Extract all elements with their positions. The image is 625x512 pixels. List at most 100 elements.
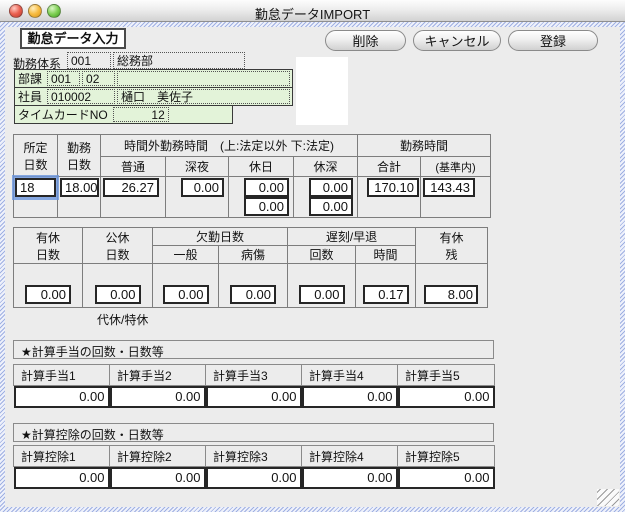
deduction-4-input[interactable]: 0.00 (302, 467, 398, 489)
timecard-row: タイムカードNO 12 (14, 105, 233, 124)
scheduled-days-input[interactable]: 18 (15, 178, 56, 197)
department-label: 部課 (18, 70, 42, 87)
late-early-time-input[interactable]: 0.17 (363, 285, 409, 304)
absence-general-input[interactable]: 0.00 (163, 285, 209, 304)
group-header-absence: 欠勤日数 (153, 228, 288, 246)
col-header-allowance-1: 計算手当1 (14, 365, 110, 386)
department-code-field[interactable]: 001 (47, 71, 80, 86)
col-header-deduction-3: 計算控除3 (206, 446, 302, 467)
col-header-deduction-4: 計算控除4 (302, 446, 398, 467)
absence-sickness-input[interactable]: 0.00 (230, 285, 276, 304)
timecard-label: タイムカードNO (18, 106, 108, 123)
col-header-midnight: 深夜 (166, 157, 229, 177)
deduction-2-input[interactable]: 0.00 (110, 467, 206, 489)
work-system-code-field[interactable]: 001 (67, 52, 111, 69)
overtime-holiday-bottom-input[interactable]: 0.00 (244, 197, 289, 216)
cell-overtime-midnight: 0.00 (166, 177, 229, 218)
department-name-field[interactable] (117, 71, 290, 86)
deduction-section-title: ★計算控除の回数・日数等 (13, 423, 494, 442)
staff-label: 社員 (18, 88, 42, 105)
allowance-2-input[interactable]: 0.00 (110, 386, 206, 408)
overtime-holiday-midnight-bottom-input[interactable]: 0.00 (309, 197, 353, 216)
deduction-3-input[interactable]: 0.00 (206, 467, 302, 489)
work-hours-total-input[interactable]: 170.10 (367, 178, 419, 197)
timecard-no-field[interactable]: 12 (113, 107, 169, 122)
work-hours-standard-input[interactable]: 143.43 (423, 178, 475, 197)
work-days-input[interactable]: 18.00 (60, 178, 99, 197)
allowance-4-input[interactable]: 0.00 (302, 386, 398, 408)
cell-overtime-normal: 26.27 (101, 177, 166, 218)
photo-placeholder (296, 57, 348, 125)
deduction-table: 計算控除1 計算控除2 計算控除3 計算控除4 計算控除5 0.00 0.00 … (13, 445, 495, 489)
allowance-1-input[interactable]: 0.00 (14, 386, 110, 408)
cell-work-days: 18.00 (58, 177, 101, 218)
allowance-5-input[interactable]: 0.00 (398, 386, 495, 408)
staff-row: 社員 010002 樋口 美佐子 (14, 87, 293, 106)
substitute-leave-note: 代休/特休 (97, 311, 148, 328)
deduction-1-input[interactable]: 0.00 (14, 467, 110, 489)
allowance-table: 計算手当1 計算手当2 計算手当3 計算手当4 計算手当5 0.00 0.00 … (13, 364, 495, 408)
col-header-standard: (基準内) (421, 157, 491, 177)
col-header-late-count: 回数 (288, 246, 356, 264)
allowance-section-title: ★計算手当の回数・日数等 (13, 340, 494, 359)
cell-paid-remaining: 8.00 (416, 264, 488, 308)
department-row: 部課 001 02 (14, 69, 293, 88)
overtime-midnight-input[interactable]: 0.00 (181, 178, 224, 197)
col-header-public-holiday: 公休 日数 (83, 228, 153, 264)
col-header-allowance-5: 計算手当5 (398, 365, 495, 386)
cell-late-count: 0.00 (288, 264, 356, 308)
import-window: 勤怠データIMPORT 勤怠データ入力 削除 キャンセル 登録 勤務体系 001… (0, 0, 625, 512)
window-title: 勤怠データIMPORT (0, 4, 625, 23)
col-header-absence-sickness: 病傷 (219, 246, 288, 264)
resize-grip[interactable] (597, 489, 619, 506)
col-header-total: 合計 (358, 157, 421, 177)
col-header-work-days: 勤務 日数 (58, 135, 101, 177)
cell-overtime-holiday-midnight: 0.00 0.00 (294, 177, 358, 218)
staff-code-field[interactable]: 010002 (47, 89, 115, 104)
cancel-button[interactable]: キャンセル (413, 30, 501, 51)
col-header-allowance-3: 計算手当3 (206, 365, 302, 386)
public-holiday-input[interactable]: 0.00 (95, 285, 141, 304)
col-header-allowance-4: 計算手当4 (302, 365, 398, 386)
group-header-late-early: 遅刻/早退 (288, 228, 416, 246)
cell-absence-sickness: 0.00 (219, 264, 288, 308)
late-early-count-input[interactable]: 0.00 (299, 285, 345, 304)
deduction-5-input[interactable]: 0.00 (398, 467, 495, 489)
cell-public-holiday: 0.00 (83, 264, 153, 308)
group-header-work-hours: 勤務時間 (358, 135, 491, 157)
col-header-holiday: 休日 (229, 157, 294, 177)
cell-work-hours-standard: 143.43 (421, 177, 491, 218)
allowance-3-input[interactable]: 0.00 (206, 386, 302, 408)
cell-work-hours-total: 170.10 (358, 177, 421, 218)
col-header-normal: 普通 (101, 157, 166, 177)
cell-paid-leave: 0.00 (14, 264, 83, 308)
cell-scheduled-days: 18 (14, 177, 58, 218)
overtime-normal-input[interactable]: 26.27 (103, 178, 159, 197)
work-system-name-field[interactable]: 総務部 (113, 52, 245, 69)
cell-overtime-holiday: 0.00 0.00 (229, 177, 294, 218)
staff-name-field[interactable]: 樋口 美佐子 (117, 89, 290, 104)
col-header-paid-leave: 有休 日数 (14, 228, 83, 264)
col-header-paid-remaining: 有休 残 (416, 228, 488, 264)
window-frame: 勤怠データ入力 削除 キャンセル 登録 勤務体系 001 総務部 部課 001 … (0, 22, 625, 512)
window-content: 勤怠データ入力 削除 キャンセル 登録 勤務体系 001 総務部 部課 001 … (5, 27, 620, 507)
col-header-holiday-midnight: 休深 (294, 157, 358, 177)
cell-late-time: 0.17 (356, 264, 416, 308)
col-header-deduction-2: 計算控除2 (110, 446, 206, 467)
titlebar[interactable]: 勤怠データIMPORT (0, 0, 625, 22)
col-header-scheduled-days: 所定 日数 (14, 135, 58, 177)
register-button[interactable]: 登録 (508, 30, 598, 51)
delete-button[interactable]: 削除 (325, 30, 406, 51)
col-header-deduction-5: 計算控除5 (398, 446, 495, 467)
overtime-holiday-midnight-top-input[interactable]: 0.00 (309, 178, 353, 197)
leave-table: 有休 日数 公休 日数 欠勤日数 遅刻/早退 有休 残 一般 病傷 回数 時間 … (13, 227, 488, 308)
overtime-holiday-top-input[interactable]: 0.00 (244, 178, 289, 197)
cell-absence-general: 0.00 (153, 264, 219, 308)
col-header-allowance-2: 計算手当2 (110, 365, 206, 386)
col-header-absence-general: 一般 (153, 246, 219, 264)
paid-leave-input[interactable]: 0.00 (25, 285, 71, 304)
department-subcode-field[interactable]: 02 (82, 71, 115, 86)
paid-remaining-input[interactable]: 8.00 (424, 285, 478, 304)
group-header-overtime: 時間外勤務時間 (上:法定以外 下:法定) (101, 135, 358, 157)
form-title: 勤怠データ入力 (20, 28, 126, 49)
